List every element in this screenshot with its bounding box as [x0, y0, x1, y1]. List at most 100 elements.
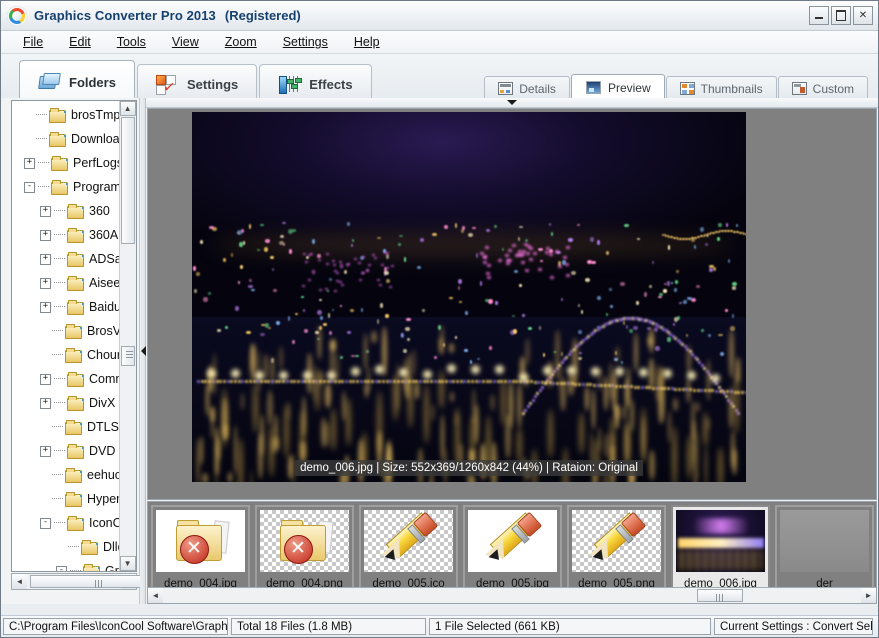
thumbnail-item[interactable]: demo_005.ico	[359, 505, 458, 595]
menu-item-edit[interactable]: Edit	[56, 33, 104, 51]
scroll-track[interactable]	[27, 574, 167, 589]
folder-tree[interactable]: brosTmp Download + PerfLogs - Program Files +3…	[11, 100, 137, 572]
light-point	[471, 364, 480, 374]
expand-icon[interactable]: +	[40, 301, 51, 313]
expand-icon[interactable]: +	[40, 253, 51, 265]
image-preview-area[interactable]: demo_006.jpg | Size: 552x369/1260x842 (4…	[147, 108, 877, 500]
toolbar-tab-folders[interactable]: Folders	[19, 60, 135, 103]
tree-vertical-scrollbar[interactable]: ▲ ▼	[118, 101, 136, 571]
light-point	[641, 385, 644, 389]
expand-icon[interactable]: +	[40, 277, 51, 289]
main-body: brosTmp Download + PerfLogs - Program Files +3…	[1, 98, 878, 604]
tree-item[interactable]: + Baidu	[12, 295, 119, 319]
tree-horizontal-scrollbar[interactable]: ◄ ►	[11, 573, 167, 590]
tree-item[interactable]: BrosVideo	[12, 319, 119, 343]
folder-tree-rows: brosTmp Download + PerfLogs - Program Files +3…	[12, 103, 119, 571]
light-point	[702, 412, 708, 447]
light-point	[377, 391, 382, 453]
expand-icon[interactable]: +	[40, 397, 51, 409]
maximize-icon[interactable]	[831, 6, 851, 25]
light-point	[412, 348, 416, 377]
tree-item[interactable]: - IconCool Software	[12, 511, 119, 535]
menu-item-file[interactable]: File	[10, 33, 56, 51]
light-point	[711, 373, 720, 383]
globe-icon	[7, 5, 27, 26]
tree-item[interactable]: + ADSafe	[12, 247, 119, 271]
thumbnail-item[interactable]: demo_005.png	[567, 505, 666, 595]
strip-scroll-track[interactable]	[163, 588, 861, 603]
light-point	[456, 380, 459, 383]
expand-icon[interactable]: +	[40, 205, 51, 217]
tree-item[interactable]: +360	[12, 199, 119, 223]
thumbnail-strip[interactable]: ✕ demo_004.jpg ✕ demo_004.png demo_005.ico de…	[147, 501, 877, 604]
strip-scroll-right-button[interactable]: ►	[861, 588, 876, 603]
tree-item[interactable]: eehuo	[12, 463, 119, 487]
tree-connector	[70, 570, 81, 571]
tree-item[interactable]: DTLSoft	[12, 415, 119, 439]
tree-item[interactable]: + PerfLogs	[12, 151, 119, 175]
thumbnail-image: ✕	[260, 510, 349, 572]
thumbnail-item[interactable]: demo_006.jpg	[671, 505, 770, 595]
light-point	[667, 337, 671, 342]
light-point	[399, 367, 408, 377]
tree-item[interactable]: HyperSnap 7	[12, 487, 119, 511]
menu-item-zoom[interactable]: Zoom	[212, 33, 270, 51]
scroll-down-button[interactable]: ▼	[119, 556, 136, 571]
tree-item[interactable]: + Aiseesoft Studio	[12, 271, 119, 295]
expand-icon[interactable]: +	[40, 229, 51, 241]
tree-item[interactable]: + DVD Maker	[12, 439, 119, 463]
menu-item-view[interactable]: View	[159, 33, 212, 51]
folder-icon	[67, 300, 84, 315]
menu-item-settings[interactable]: Settings	[270, 33, 341, 51]
view-tab-thumbnails[interactable]: Thumbnails	[665, 76, 777, 100]
collapse-up-arrow-icon[interactable]	[507, 100, 517, 105]
menu-item-help[interactable]: Help	[341, 33, 393, 51]
folder-error-icon: ✕	[174, 519, 230, 564]
light-point	[346, 397, 351, 447]
tree-item[interactable]: - Graphics Converte	[12, 559, 119, 571]
expand-icon[interactable]: +	[40, 445, 51, 457]
scroll-thumb[interactable]	[120, 117, 135, 244]
tree-item[interactable]: + DivX	[12, 391, 119, 415]
thumbnail-item[interactable]: der	[775, 505, 874, 595]
expand-icon[interactable]: +	[24, 157, 35, 169]
view-tab-details[interactable]: Details	[484, 76, 570, 100]
scroll-up-button[interactable]: ▲	[119, 101, 136, 116]
strip-horizontal-scrollbar[interactable]: ◄ ►	[148, 587, 876, 603]
expand-icon[interactable]: +	[40, 373, 51, 385]
collapse-icon[interactable]: -	[24, 181, 35, 193]
view-tab-preview[interactable]: Preview	[570, 74, 665, 100]
tree-item[interactable]: Dlldata	[12, 535, 119, 559]
light-point	[568, 373, 574, 397]
light-point	[708, 268, 713, 272]
light-point	[330, 407, 336, 451]
thumbnail-item[interactable]: ✕ demo_004.jpg	[151, 505, 250, 595]
light-point	[237, 438, 243, 482]
menu-item-tools[interactable]: Tools	[104, 33, 159, 51]
collapse-icon[interactable]: -	[56, 565, 67, 571]
light-point	[465, 310, 468, 316]
tree-item[interactable]: + Common Files	[12, 367, 119, 391]
light-point	[379, 303, 383, 308]
minimize-icon[interactable]	[809, 6, 829, 25]
scroll-grip[interactable]	[120, 346, 135, 366]
strip-scroll-left-button[interactable]: ◄	[148, 588, 163, 603]
close-icon[interactable]: ✕	[853, 6, 873, 25]
collapse-left-arrow-icon[interactable]	[140, 346, 146, 356]
folder-icon	[65, 420, 82, 435]
light-point	[671, 425, 677, 482]
light-point	[370, 380, 374, 383]
scroll-left-button[interactable]: ◄	[12, 574, 27, 589]
tree-item[interactable]: Choung Networks	[12, 343, 119, 367]
tree-item[interactable]: +360Apps	[12, 223, 119, 247]
view-tab-custom[interactable]: Custom	[777, 76, 868, 100]
tree-item[interactable]: - Program Files	[12, 175, 119, 199]
thumbnail-item[interactable]: ✕ demo_004.png	[255, 505, 354, 595]
thumbnail-item[interactable]: demo_005.jpg	[463, 505, 562, 595]
collapse-icon[interactable]: -	[40, 517, 51, 529]
tree-item[interactable]: Download	[12, 127, 119, 151]
horizontal-splitter[interactable]	[146, 98, 878, 108]
light-point	[364, 383, 368, 398]
tree-item[interactable]: brosTmp	[12, 103, 119, 127]
strip-scroll-thumb[interactable]	[697, 589, 743, 602]
